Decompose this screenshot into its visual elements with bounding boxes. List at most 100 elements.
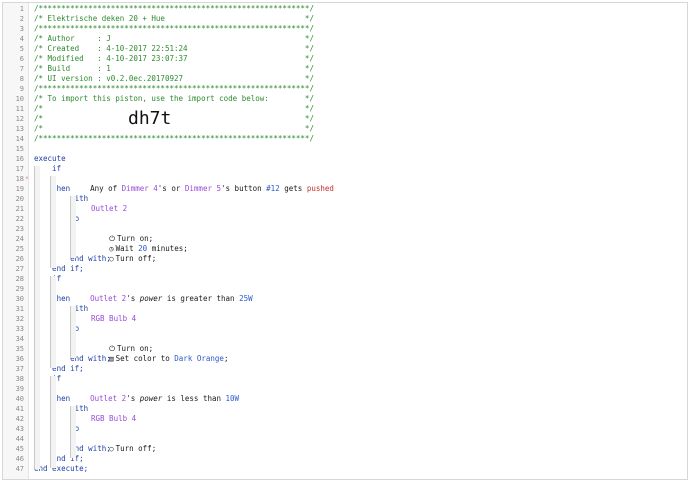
device-outlet-2[interactable]: Outlet 2 — [90, 394, 126, 403]
line-number: 39 — [15, 385, 24, 393]
line-number: 13 — [15, 125, 24, 133]
line-text: end if; — [34, 454, 84, 463]
threshold-value: 10W — [225, 394, 240, 403]
code-line: 14 /*************************************… — [3, 134, 687, 144]
line-number: 34 — [15, 335, 24, 343]
code-line: 15 — [3, 144, 687, 154]
code-line: 3 /**************************************… — [3, 24, 687, 34]
code-line: 4 /* Author : J */ — [3, 34, 687, 44]
line-number: 43 — [15, 425, 24, 433]
line-number: 17 — [15, 165, 24, 173]
line-number: 15 — [15, 145, 24, 153]
condition-text: 's — [126, 394, 140, 403]
line-text: /* */ — [34, 104, 314, 113]
line-text: /* */ — [34, 114, 314, 123]
color-icon: ▤ — [109, 354, 114, 363]
line-number: 30 — [15, 295, 24, 303]
line-number: 16 — [15, 155, 24, 163]
code-line: 17 if — [3, 164, 687, 174]
line-text: /***************************************… — [34, 84, 314, 93]
line-text: /* Build : 1 */ — [34, 64, 314, 73]
line-number: 40 — [15, 395, 24, 403]
event-pushed: pushed — [306, 184, 334, 193]
code-line: 47 end execute; — [3, 464, 687, 474]
import-code: dh7t — [128, 108, 172, 129]
condition-line-1[interactable]: Any of Dimmer 4's or Dimmer 5's button #… — [72, 174, 334, 204]
line-number: 10 — [15, 95, 24, 103]
condition-text: 's — [126, 294, 140, 303]
line-number: 9 — [19, 85, 24, 93]
line-number: 33 — [15, 325, 24, 333]
line-number: 42 — [15, 415, 24, 423]
line-text: end if; — [34, 364, 84, 373]
line-number: 22 — [15, 215, 24, 223]
line-number: 26 — [15, 255, 24, 263]
line-number: 7 — [19, 65, 24, 73]
line-number: 8 — [19, 75, 24, 83]
code-line: 2 /* Elektrische deken 20 + Hue */ — [3, 14, 687, 24]
line-text: /* UI version : v0.2.0ec.20170927 */ — [34, 74, 314, 83]
code-line: 5 /* Created : 4-10-2017 22:51:24 */ — [3, 44, 687, 54]
line-number: 38 — [15, 375, 24, 383]
line-number: 31 — [15, 305, 24, 313]
line-number: 44 — [15, 435, 24, 443]
line-number: 5 — [19, 45, 24, 53]
button-number: #12 — [266, 184, 280, 193]
circle-icon: ○ — [109, 254, 114, 263]
comparison: is less than — [162, 394, 226, 403]
condition-text: 's or — [157, 184, 185, 193]
code-line: 1 /**************************************… — [3, 4, 687, 14]
attribute-power: power — [139, 294, 163, 303]
code-line: 43 do — [3, 424, 687, 434]
code-line: 6 /* Modified : 4-10-2017 23:07:37 */ — [3, 54, 687, 64]
line-number: 14 — [15, 135, 24, 143]
line-number: 25 — [15, 245, 24, 253]
code-line: 10 /* To import this piston, use the impo… — [3, 94, 687, 104]
line-number: 45 — [15, 445, 24, 453]
line-text: /* Modified : 4-10-2017 23:07:37 */ — [34, 54, 314, 63]
with-block-rail-1 — [70, 196, 76, 258]
code-line: 8 /* UI version : v0.2.0ec.20170927 */ — [3, 74, 687, 84]
condition-marker-icon: ⚡ — [25, 175, 29, 182]
action-set-color[interactable]: ▤ Set color to Dark Orange; — [91, 344, 228, 374]
condition-line-3[interactable]: Outlet 2's power is less than 10W — [72, 384, 239, 414]
line-text: /* */ — [34, 124, 314, 133]
execute-block-rail — [34, 166, 40, 469]
device-rgb-bulb-4[interactable]: RGB Bulb 4 — [91, 414, 136, 424]
line-text: /***************************************… — [34, 4, 314, 13]
line-number: 27 — [15, 265, 24, 273]
line-number: 24 — [15, 235, 24, 243]
device-outlet-2[interactable]: Outlet 2 — [90, 294, 126, 303]
code-line: 28 if — [3, 274, 687, 284]
action-turn-off[interactable]: ○ Turn off; — [91, 434, 156, 464]
line-number: 20 — [15, 195, 24, 203]
code-line: 22 do — [3, 214, 687, 224]
line-number: 2 — [19, 15, 24, 23]
line-number: 18 — [15, 175, 24, 183]
threshold-value: 25W — [239, 294, 253, 303]
device-dimmer-5[interactable]: Dimmer 5 — [185, 184, 221, 193]
circle-icon: ○ — [109, 444, 114, 453]
line-text: /***************************************… — [34, 24, 314, 33]
condition-line-2[interactable]: Outlet 2's power is greater than 25W — [72, 284, 253, 314]
line-number: 46 — [15, 455, 24, 463]
line-text: /***************************************… — [34, 134, 314, 143]
line-number: 35 — [15, 345, 24, 353]
line-number: 6 — [19, 55, 24, 63]
code-line: 33 do — [3, 324, 687, 334]
comparison: is greater than — [162, 294, 240, 303]
color-value: Dark Orange — [174, 354, 224, 363]
action-turn-off[interactable]: ○ Turn off; — [91, 244, 156, 274]
line-number: 4 — [19, 35, 24, 43]
piston-code-view: 1 /**************************************… — [2, 2, 688, 480]
condition-text: 's button — [221, 184, 267, 193]
code-line: 9 /**************************************… — [3, 84, 687, 94]
if-block-rail-1 — [50, 176, 56, 268]
device-rgb-bulb-4[interactable]: RGB Bulb 4 — [91, 314, 136, 324]
attribute-power: power — [139, 394, 163, 403]
action-label: Turn off; — [115, 444, 157, 453]
line-number: 47 — [15, 465, 24, 473]
device-dimmer-4[interactable]: Dimmer 4 — [122, 184, 158, 193]
device-outlet-2[interactable]: Outlet 2 — [91, 204, 127, 214]
line-text: /* Author : J */ — [34, 34, 314, 43]
